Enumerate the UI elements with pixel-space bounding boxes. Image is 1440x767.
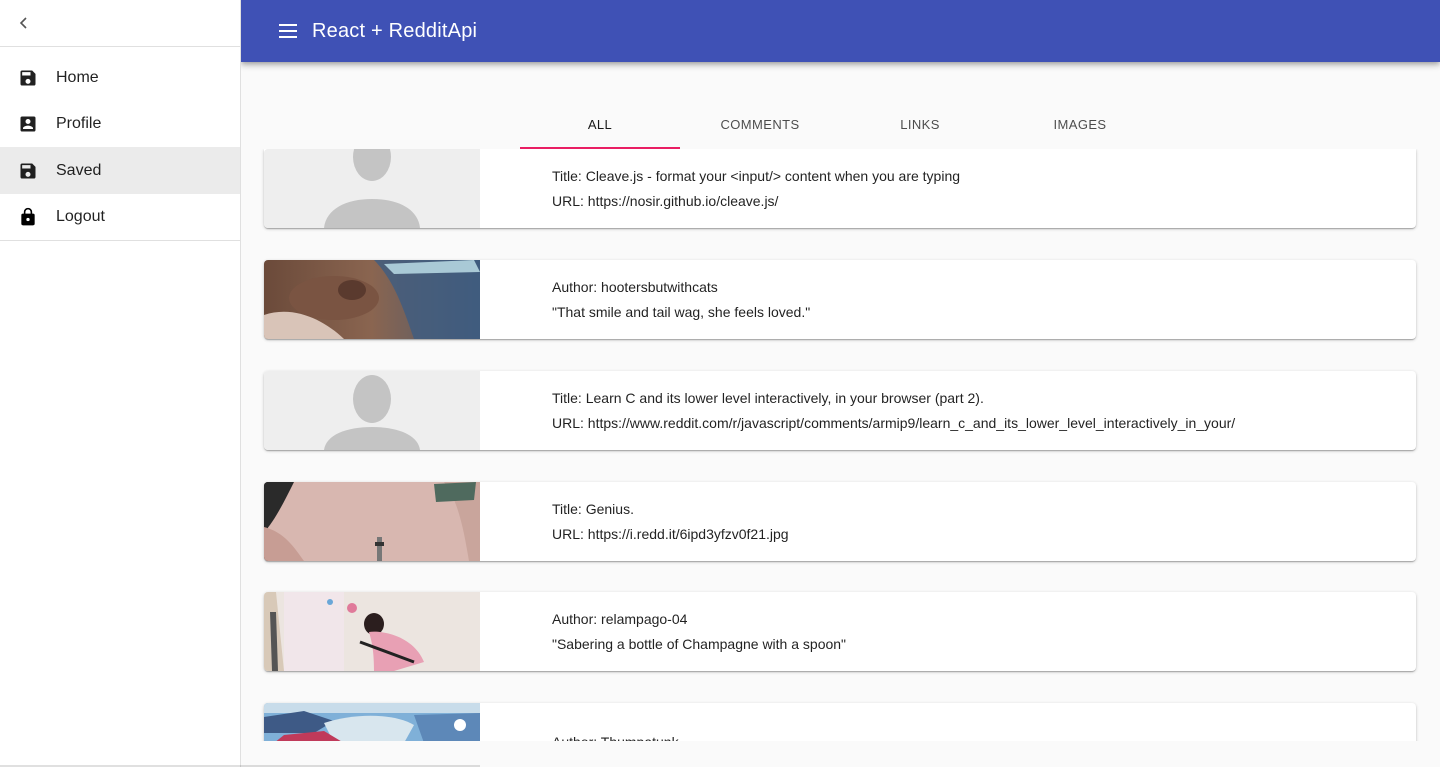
post-url-line: URL: https://nosir.github.io/cleave.js/: [552, 192, 779, 209]
nav-item-label: Logout: [56, 208, 105, 225]
post-body-line: "Sabering a bottle of Champagne with a s…: [552, 635, 847, 652]
save-icon: [18, 161, 38, 181]
post-title-line: Title: Genius.: [552, 500, 634, 517]
hamburger-menu-icon: [279, 24, 297, 38]
placeholder-avatar-image: [264, 371, 480, 450]
boat-photo-image: [264, 703, 480, 741]
account-box-icon: [18, 114, 38, 134]
tab-images[interactable]: IMAGES: [1000, 100, 1160, 149]
placeholder-avatar-image: [264, 149, 480, 228]
post-text: Author: relampago-04 "Sabering a bottle …: [480, 592, 846, 671]
app-bar: React + RedditApi: [241, 0, 1440, 62]
nav-item-logout[interactable]: Logout: [0, 194, 240, 240]
lock-icon: [18, 207, 38, 227]
post-author-line: Author: Thumpatunk: [552, 730, 679, 741]
post-text: Title: Learn C and its lower level inter…: [480, 371, 1235, 450]
menu-button[interactable]: [276, 19, 300, 43]
post-title-line: Title: Learn C and its lower level inter…: [552, 389, 984, 406]
drawer-header: [0, 0, 240, 47]
post-author-line: Author: hootersbutwithcats: [552, 278, 718, 295]
nav-item-profile[interactable]: Profile: [0, 101, 240, 147]
save-icon: [18, 68, 38, 88]
post-thumbnail: [264, 260, 480, 339]
tab-bar: ALL COMMENTS LINKS IMAGES: [520, 100, 1160, 149]
nav-item-home[interactable]: Home: [0, 55, 240, 101]
post-url-line: URL: https://www.reddit.com/r/javascript…: [552, 414, 1236, 431]
post-author-line: Author: relampago-04: [552, 610, 688, 627]
post-thumbnail: [264, 371, 480, 450]
nav-item-label: Saved: [56, 161, 102, 179]
app-title: React + RedditApi: [312, 19, 478, 42]
post-thumbnail: [264, 592, 480, 671]
post-text: Title: Genius. URL: https://i.redd.it/6i…: [480, 482, 789, 561]
collapse-drawer-button[interactable]: [14, 13, 34, 33]
post-card[interactable]: Author: hootersbutwithcats "That smile a…: [264, 260, 1416, 339]
post-card[interactable]: Title: Learn C and its lower level inter…: [264, 371, 1416, 450]
post-body-line: "That smile and tail wag, she feels love…: [552, 303, 811, 320]
hand-photo-image: [264, 482, 480, 561]
nav-item-saved[interactable]: Saved: [0, 147, 240, 194]
side-drawer: Home Profile Saved Logout: [0, 0, 241, 767]
nav-item-label: Profile: [56, 115, 102, 132]
post-card[interactable]: Title: Genius. URL: https://i.redd.it/6i…: [264, 482, 1416, 561]
saved-posts-list: Title: Cleave.js - format your <input/> …: [241, 149, 1440, 741]
tab-links[interactable]: LINKS: [840, 100, 1000, 149]
nav-list: Home Profile Saved Logout: [0, 47, 240, 241]
post-text: Author: hootersbutwithcats "That smile a…: [480, 260, 810, 339]
post-card[interactable]: Author: Thumpatunk: [264, 703, 1416, 741]
tab-all[interactable]: ALL: [520, 100, 680, 149]
post-url-line: URL: https://i.redd.it/6ipd3yfzv0f21.jpg: [552, 525, 789, 542]
post-thumbnail: [264, 703, 480, 741]
post-title-line: Title: Cleave.js - format your <input/> …: [552, 167, 961, 184]
post-text: Title: Cleave.js - format your <input/> …: [480, 149, 960, 228]
post-text: Author: Thumpatunk: [480, 703, 679, 741]
nav-item-label: Home: [56, 69, 99, 86]
chevron-left-icon: [19, 17, 27, 29]
post-thumbnail: [264, 149, 480, 228]
person-photo-image: [264, 592, 480, 671]
post-card[interactable]: Title: Cleave.js - format your <input/> …: [264, 149, 1416, 228]
tab-comments[interactable]: COMMENTS: [680, 100, 840, 149]
dog-photo-image: [264, 260, 480, 339]
post-thumbnail: [264, 482, 480, 561]
post-card[interactable]: Author: relampago-04 "Sabering a bottle …: [264, 592, 1416, 671]
